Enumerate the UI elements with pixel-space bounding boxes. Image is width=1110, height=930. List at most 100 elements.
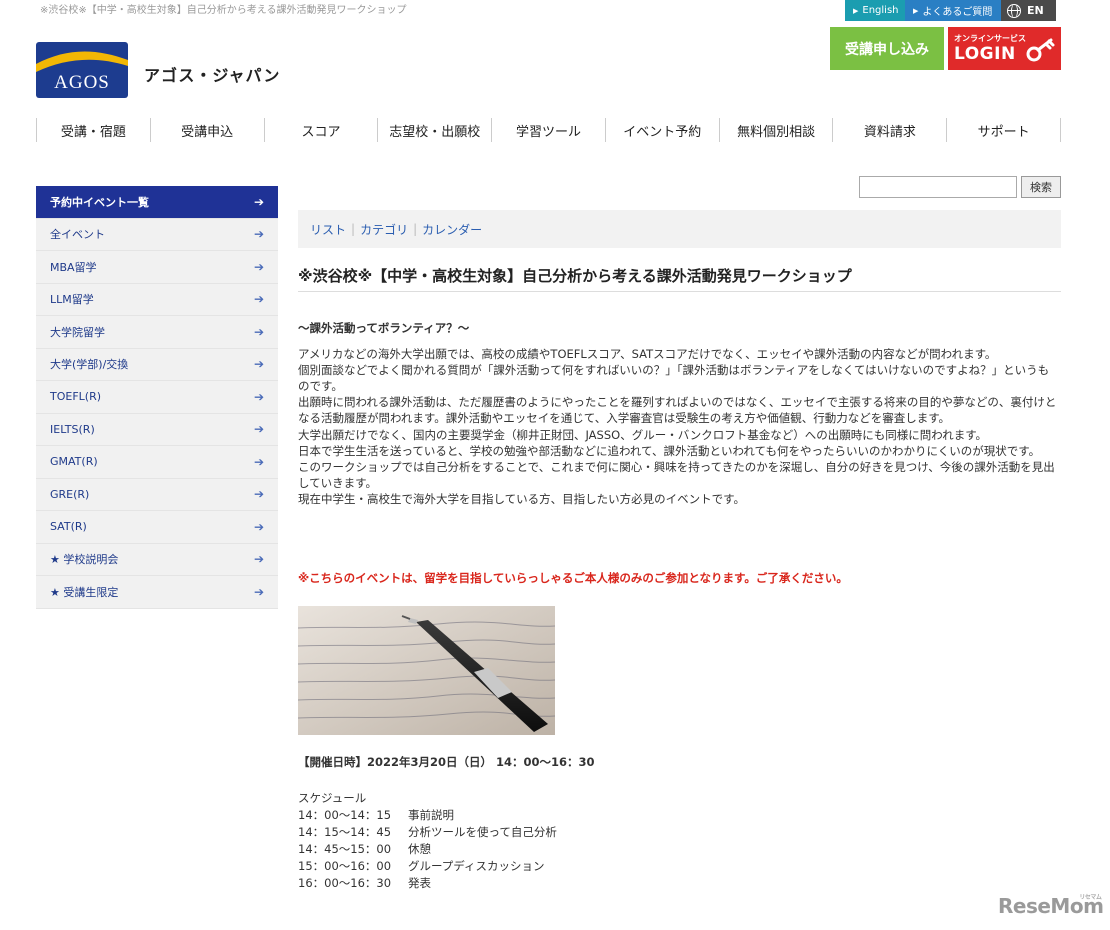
- schedule-row: 14：45～15：00 休憩: [298, 841, 557, 858]
- sidebar-item[interactable]: 予約中イベント一覧 ➔: [36, 186, 278, 219]
- schedule-row: 16：00～16：30 発表: [298, 875, 557, 892]
- sidebar-item[interactable]: TOEFL(R) ➔: [36, 381, 278, 414]
- sidebar-item-label: TOEFL(R): [50, 390, 102, 404]
- schedule-time: 15：00～16：00: [298, 859, 392, 873]
- gnav-item[interactable]: 無料個別相談: [718, 118, 833, 142]
- apply-button[interactable]: 受講申し込み: [830, 27, 944, 70]
- login-subtitle: オンラインサービス: [954, 34, 1026, 43]
- arrow-right-icon: ➔: [253, 422, 264, 437]
- resemom-watermark: ReseMom リセマム: [998, 894, 1104, 918]
- language-switch[interactable]: EN: [1001, 0, 1056, 21]
- schedule-item: 事前説明: [408, 808, 454, 822]
- arrow-right-icon: ➔: [253, 487, 264, 502]
- logo-mark: AGOS: [54, 72, 110, 93]
- schedule-item: 分析ツールを使って自己分析: [408, 825, 557, 839]
- arrow-right-icon: ➔: [253, 584, 264, 599]
- schedule-row: 15：00～16：00 グループディスカッション: [298, 858, 557, 875]
- schedule-row: 14：15～14：45 分析ツールを使って自己分析: [298, 824, 557, 841]
- arrow-right-icon: ➔: [253, 357, 264, 372]
- arrow-right-icon: ➔: [253, 519, 264, 534]
- description-paragraph: 個別面談などでよく聞かれる質問が「課外活動って何をすればいいの？」「課外活動はボ…: [298, 363, 1050, 394]
- search-input[interactable]: [859, 176, 1017, 198]
- arrow-right-icon: ➔: [253, 389, 264, 404]
- english-label: English: [862, 5, 899, 16]
- sidebar-item-label: IELTS(R): [50, 422, 95, 436]
- triangle-right-icon: ▶: [853, 6, 859, 15]
- event-photo: [298, 606, 555, 735]
- key-icon: [1026, 38, 1055, 62]
- gnav-item[interactable]: 志望校・出願校: [377, 118, 491, 142]
- arrow-right-icon: ➔: [253, 292, 264, 307]
- sidebar-item[interactable]: GRE(R) ➔: [36, 479, 278, 511]
- globe-icon: [1007, 3, 1021, 18]
- schedule-item: グループディスカッション: [408, 859, 545, 873]
- brand-name: アゴス・ジャパン: [144, 66, 281, 85]
- gnav-item[interactable]: 受講申込: [149, 118, 264, 142]
- tab-calendar[interactable]: カレンダー: [422, 221, 482, 238]
- tab-category[interactable]: カテゴリ: [360, 221, 408, 238]
- schedule-time: 16：00～16：30: [298, 876, 392, 890]
- schedule-item: 休憩: [408, 842, 431, 856]
- gnav-item[interactable]: サポート: [946, 118, 1062, 142]
- description-paragraph: 大学出願だけでなく、国内の主要奨学金（柳井正財団、JASSO、グルー・バンクロフ…: [298, 427, 988, 442]
- watermark-sub: リセマム: [1079, 894, 1102, 901]
- schedule-time: 14：00～14：15: [298, 808, 392, 822]
- sidebar-item[interactable]: MBA留学 ➔: [36, 251, 278, 284]
- gnav-item[interactable]: スコア: [263, 118, 378, 142]
- description-paragraph: このワークショップでは自己分析をすることで、これまで何に関心・興味を持ってきたの…: [298, 459, 1055, 490]
- agos-logo[interactable]: AGOS: [36, 42, 128, 98]
- schedule-title: スケジュール: [298, 791, 367, 805]
- view-tabs: リスト | カテゴリ | カレンダー: [298, 210, 1061, 248]
- participation-notice: ※こちらのイベントは、留学を目指していらっしゃるご本人様のみのご参加となります。…: [298, 571, 848, 585]
- sidebar-item-label: ★ 学校説明会: [50, 553, 119, 567]
- faq-link[interactable]: ▶ よくあるご質問: [905, 0, 1001, 21]
- description-paragraph: 日本で学生生活を送っていると、学校の勉強や部活動などに追われて、課外活動といわれ…: [298, 443, 1041, 458]
- sidebar-item[interactable]: ★ 受講生限定 ➔: [36, 576, 278, 609]
- top-breadcrumb: ※渋谷校※【中学・高校生対象】自己分析から考える課外活動発見ワークショップ: [40, 5, 407, 16]
- sidebar-item-label: 全イベント: [50, 228, 105, 242]
- sidebar-item[interactable]: 大学(学部)/交換 ➔: [36, 349, 278, 381]
- sidebar-item-label: SAT(R): [50, 520, 87, 534]
- utility-bar: ▶ English ▶ よくあるご質問 EN: [845, 0, 1056, 21]
- schedule-time: 14：15～14：45: [298, 825, 392, 839]
- arrow-right-icon: ➔: [253, 259, 264, 274]
- tab-separator: |: [351, 222, 356, 236]
- english-link[interactable]: ▶ English: [845, 0, 905, 21]
- global-nav: 受講・宿題 受講申込 スコア 志望校・出願校 学習ツール イベント予約 無料個別…: [36, 118, 1062, 142]
- arrow-right-icon: ➔: [253, 194, 264, 209]
- language-label: EN: [1027, 4, 1044, 17]
- triangle-right-icon: ▶: [913, 6, 919, 15]
- description-paragraph: 現在中学生・高校生で海外大学を目指している方、目指したい方必見のイベントです。: [298, 491, 746, 506]
- sidebar-item[interactable]: 全イベント ➔: [36, 219, 278, 251]
- gnav-item[interactable]: 学習ツール: [491, 118, 605, 142]
- sidebar-item[interactable]: LLM留学 ➔: [36, 284, 278, 316]
- event-datetime: 【開催日時】2022年3月20日（日） 14：00～16：30: [298, 755, 595, 769]
- tab-list[interactable]: リスト: [310, 221, 346, 238]
- sidebar-item-label: MBA留学: [50, 260, 97, 274]
- sidebar-item[interactable]: GMAT(R) ➔: [36, 446, 278, 479]
- sidebar-item-label: 予約中イベント一覧: [50, 195, 149, 209]
- arrow-right-icon: ➔: [253, 552, 264, 567]
- schedule-time: 14：45～15：00: [298, 842, 392, 856]
- gnav-item[interactable]: 受講・宿題: [36, 118, 150, 142]
- gnav-item[interactable]: イベント予約: [604, 118, 719, 142]
- schedule-item: 発表: [408, 876, 431, 890]
- description-paragraph: アメリカなどの海外大学出願では、高校の成績やTOEFLスコア、SATスコアだけで…: [298, 347, 997, 362]
- schedule: スケジュール 14：00～14：15 事前説明 14：15～14：45 分析ツールを使…: [298, 790, 557, 892]
- login-label: LOGIN: [954, 44, 1016, 64]
- sidebar-item-label: ★ 受講生限定: [50, 585, 119, 599]
- event-description: ～課外活動ってボランティア？～ アメリカなどの海外大学出願では、高校の成績やTO…: [298, 320, 1058, 507]
- faq-label: よくあるご質問: [922, 7, 993, 18]
- sidebar-item[interactable]: 大学院留学 ➔: [36, 316, 278, 349]
- arrow-right-icon: ➔: [253, 454, 264, 469]
- sidebar-item-label: LLM留学: [50, 293, 94, 307]
- sidebar-item[interactable]: ★ 学校説明会 ➔: [36, 544, 278, 576]
- sidebar: 予約中イベント一覧 ➔ 全イベント ➔ MBA留学 ➔ LLM留学 ➔ 大学院留学 ➔ 大学(学部)…: [36, 186, 278, 609]
- sidebar-item[interactable]: IELTS(R) ➔: [36, 414, 278, 446]
- event-title: ※渋谷校※【中学・高校生対象】自己分析から考える課外活動発見ワークショップ: [298, 265, 1061, 292]
- gnav-item[interactable]: 資料請求: [832, 118, 946, 142]
- login-button[interactable]: オンラインサービス LOGIN: [948, 27, 1061, 70]
- sidebar-item[interactable]: SAT(R) ➔: [36, 511, 278, 544]
- sidebar-item-label: GMAT(R): [50, 455, 98, 469]
- search-button[interactable]: 検索: [1021, 176, 1061, 198]
